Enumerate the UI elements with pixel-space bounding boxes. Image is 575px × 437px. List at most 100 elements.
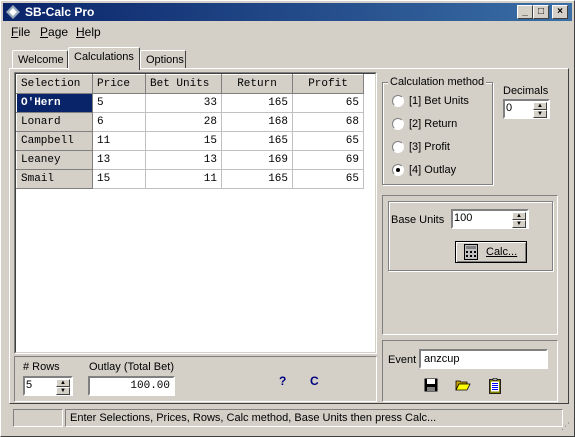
- tab-options[interactable]: Options: [140, 50, 186, 69]
- menu-help[interactable]: Help: [76, 25, 101, 39]
- cell-selection[interactable]: Leaney: [16, 150, 93, 170]
- base-units-up-arrow-icon[interactable]: ▲: [512, 212, 526, 220]
- app-diamond-icon: [6, 5, 20, 22]
- status-message: Enter Selections, Prices, Rows, Calc met…: [65, 409, 563, 427]
- cell-return[interactable]: 165: [221, 131, 293, 151]
- selections-grid[interactable]: Selection Price Bet Units Return Profit …: [15, 73, 376, 353]
- col-header-selection[interactable]: Selection: [16, 74, 93, 94]
- open-button[interactable]: [454, 378, 472, 396]
- calc-button-label: Calc...: [486, 246, 518, 258]
- floppy-disk-icon: [424, 378, 438, 395]
- table-row: Leaney 13 13 169 69: [16, 150, 364, 170]
- cell-price[interactable]: 13: [92, 150, 146, 170]
- cell-profit[interactable]: 65: [292, 93, 364, 113]
- save-button[interactable]: [422, 378, 440, 396]
- decimals-up-arrow-icon[interactable]: ▲: [533, 102, 547, 110]
- cell-bet-units[interactable]: 13: [145, 150, 222, 170]
- table-row: O'Hern 5 33 165 65: [16, 93, 364, 113]
- radio-bet-units-label: [1] Bet Units: [409, 95, 469, 107]
- tab-calculations[interactable]: Calculations: [68, 47, 140, 70]
- radio-profit[interactable]: [3] Profit: [392, 141, 487, 155]
- resize-grip-icon[interactable]: ⋰: [561, 421, 570, 432]
- calc-method-title: Calculation method: [388, 76, 487, 88]
- cell-selection[interactable]: Smail: [16, 169, 93, 189]
- menu-page[interactable]: Page: [40, 25, 68, 39]
- radio-return-dot: [392, 118, 404, 130]
- cell-selection[interactable]: Campbell: [16, 131, 93, 151]
- clipboard-button[interactable]: [486, 378, 504, 396]
- menu-help-accel: H: [76, 25, 85, 39]
- event-field[interactable]: anzcup: [419, 349, 548, 369]
- minimize-button[interactable]: _: [517, 5, 533, 19]
- decimals-down-arrow-icon[interactable]: ▼: [533, 110, 547, 118]
- menu-bar: File Page Help: [3, 23, 572, 41]
- table-row: Campbell 11 15 165 65: [16, 131, 364, 151]
- cell-bet-units[interactable]: 33: [145, 93, 222, 113]
- col-header-return[interactable]: Return: [221, 74, 293, 94]
- rows-spinner[interactable]: 5 ▲ ▼: [23, 376, 73, 396]
- app-window: SB-Calc Pro _ □ × File Page Help Welcome…: [0, 0, 575, 437]
- radio-return[interactable]: [2] Return: [392, 118, 487, 132]
- cell-price[interactable]: 11: [92, 131, 146, 151]
- maximize-button[interactable]: □: [533, 5, 549, 19]
- radio-bet-units-dot: [392, 95, 404, 107]
- cell-price[interactable]: 6: [92, 112, 146, 132]
- cell-return[interactable]: 168: [221, 112, 293, 132]
- col-header-price[interactable]: Price: [92, 74, 146, 94]
- cell-bet-units[interactable]: 11: [145, 169, 222, 189]
- cell-price[interactable]: 5: [92, 93, 146, 113]
- calculator-icon: [464, 244, 478, 263]
- radio-profit-dot: [392, 141, 404, 153]
- cell-profit[interactable]: 65: [292, 169, 364, 189]
- cell-profit[interactable]: 68: [292, 112, 364, 132]
- rows-value: 5: [26, 379, 33, 391]
- calc-button[interactable]: Calc...: [455, 241, 527, 263]
- decimals-label: Decimals: [503, 85, 549, 97]
- status-panel-left: [13, 409, 63, 427]
- menu-page-rest: age: [48, 25, 69, 39]
- outlay-label: Outlay (Total Bet): [89, 361, 174, 373]
- title-bar[interactable]: SB-Calc Pro _ □ ×: [3, 3, 572, 21]
- cell-return[interactable]: 169: [221, 150, 293, 170]
- minimize-icon: _: [522, 6, 528, 17]
- menu-file[interactable]: File: [11, 25, 30, 39]
- base-units-label: Base Units: [391, 214, 445, 226]
- rows-label: # Rows: [23, 361, 60, 373]
- decimals-value: 0: [506, 102, 513, 114]
- menu-file-rest: ile: [18, 25, 31, 39]
- close-icon: ×: [557, 6, 563, 17]
- cell-bet-units[interactable]: 15: [145, 131, 222, 151]
- clipboard-icon: [489, 378, 501, 397]
- window-title: SB-Calc Pro: [25, 5, 95, 19]
- table-row: Smail 15 11 165 65: [16, 169, 364, 189]
- cell-profit[interactable]: 69: [292, 150, 364, 170]
- menu-page-accel: P: [40, 25, 49, 39]
- decimals-spinner[interactable]: 0 ▲ ▼: [503, 99, 550, 119]
- tab-welcome[interactable]: Welcome: [12, 50, 68, 69]
- table-row: Lonard 6 28 168 68: [16, 112, 364, 132]
- help-c-link[interactable]: C: [310, 374, 319, 388]
- col-header-profit[interactable]: Profit: [292, 74, 364, 94]
- col-header-bet-units[interactable]: Bet Units: [145, 74, 222, 94]
- event-label: Event: [388, 354, 417, 366]
- radio-profit-label: [3] Profit: [409, 141, 450, 153]
- outlay-field[interactable]: 100.00: [88, 376, 175, 396]
- base-units-spinner[interactable]: 100 ▲ ▼: [451, 209, 529, 229]
- radio-outlay-label: [4] Outlay: [409, 164, 457, 176]
- help-question-link[interactable]: ?: [279, 374, 286, 388]
- cell-profit[interactable]: 65: [292, 131, 364, 151]
- cell-selection[interactable]: O'Hern: [16, 93, 93, 113]
- base-units-down-arrow-icon[interactable]: ▼: [512, 220, 526, 228]
- cell-bet-units[interactable]: 28: [145, 112, 222, 132]
- close-button[interactable]: ×: [552, 5, 568, 19]
- radio-outlay[interactable]: [4] Outlay: [392, 164, 487, 178]
- cell-return[interactable]: 165: [221, 169, 293, 189]
- cell-selection[interactable]: Lonard: [16, 112, 93, 132]
- selections-table: Selection Price Bet Units Return Profit …: [16, 74, 364, 189]
- cell-price[interactable]: 15: [92, 169, 146, 189]
- radio-outlay-dot: [392, 164, 404, 176]
- cell-return[interactable]: 165: [221, 93, 293, 113]
- rows-up-arrow-icon[interactable]: ▲: [56, 379, 70, 387]
- rows-down-arrow-icon[interactable]: ▼: [56, 387, 70, 395]
- radio-bet-units[interactable]: [1] Bet Units: [392, 95, 487, 109]
